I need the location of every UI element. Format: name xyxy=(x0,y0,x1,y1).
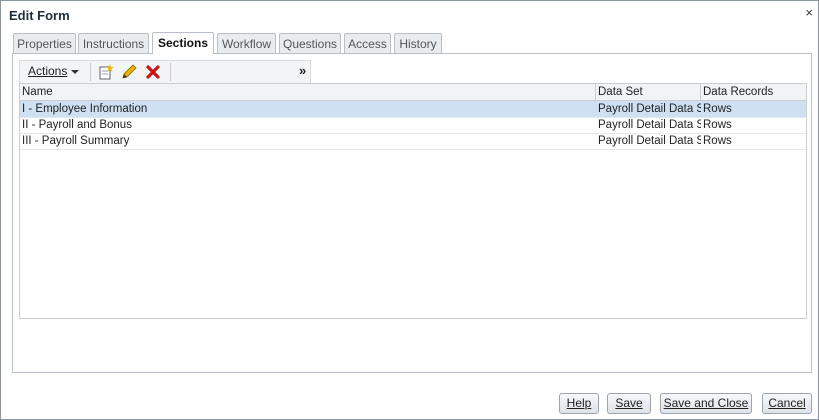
cell-name: III - Payroll Summary xyxy=(22,135,130,147)
delete-icon[interactable] xyxy=(145,64,161,80)
save-and-close-button[interactable]: Save and Close xyxy=(660,393,752,414)
cell-data-records: Rows xyxy=(703,103,732,115)
cancel-button[interactable]: Cancel xyxy=(762,393,812,414)
cell-data-set: Payroll Detail Data Set xyxy=(598,103,701,115)
toolbar: Actions » xyxy=(19,60,311,84)
tab-history[interactable]: History xyxy=(394,33,442,53)
actions-menu[interactable]: Actions xyxy=(28,64,80,78)
sections-panel: Actions » Name Data Set Data Records I -… xyxy=(12,53,812,373)
cell-data-records: Rows xyxy=(703,119,732,131)
help-button[interactable]: Help xyxy=(559,393,599,414)
tab-instructions[interactable]: Instructions xyxy=(78,33,149,53)
tab-sections[interactable]: Sections xyxy=(152,32,214,54)
column-header-data-records[interactable]: Data Records xyxy=(701,84,806,100)
edit-form-dialog: Edit Form × Properties Instructions Sect… xyxy=(0,0,819,420)
save-button[interactable]: Save xyxy=(607,393,651,414)
dialog-title: Edit Form xyxy=(9,8,70,23)
actions-label: Actions xyxy=(28,64,68,78)
tab-workflow[interactable]: Workflow xyxy=(217,33,276,53)
table-row[interactable]: III - Payroll Summary Payroll Detail Dat… xyxy=(20,133,806,150)
table-row[interactable]: I - Employee Information Payroll Detail … xyxy=(20,101,806,118)
cell-data-set: Payroll Detail Data Set xyxy=(598,119,701,131)
add-icon[interactable] xyxy=(98,64,114,80)
edit-icon[interactable] xyxy=(121,64,137,80)
sections-table: Name Data Set Data Records I - Employee … xyxy=(19,83,807,319)
save-button-label: Save xyxy=(615,396,643,410)
table-row[interactable]: II - Payroll and Bonus Payroll Detail Da… xyxy=(20,117,806,134)
column-header-name[interactable]: Name xyxy=(20,84,596,100)
cell-name: II - Payroll and Bonus xyxy=(22,119,132,131)
cancel-button-label: Cancel xyxy=(768,396,806,410)
more-actions-icon[interactable]: » xyxy=(299,63,306,78)
toolbar-divider xyxy=(170,63,171,81)
cell-data-set: Payroll Detail Data Set xyxy=(598,135,701,147)
toolbar-divider xyxy=(90,63,91,81)
chevron-down-icon xyxy=(71,69,80,74)
cell-name: I - Employee Information xyxy=(22,103,148,115)
save-and-close-button-label: Save and Close xyxy=(663,396,749,410)
table-header: Name Data Set Data Records xyxy=(20,84,806,101)
column-header-data-set[interactable]: Data Set xyxy=(596,84,701,100)
tab-properties[interactable]: Properties xyxy=(13,33,76,53)
help-button-label: Help xyxy=(566,396,592,410)
cell-data-records: Rows xyxy=(703,135,732,147)
close-icon[interactable]: × xyxy=(805,5,813,20)
tab-access[interactable]: Access xyxy=(344,33,391,53)
tab-questions[interactable]: Questions xyxy=(279,33,341,53)
